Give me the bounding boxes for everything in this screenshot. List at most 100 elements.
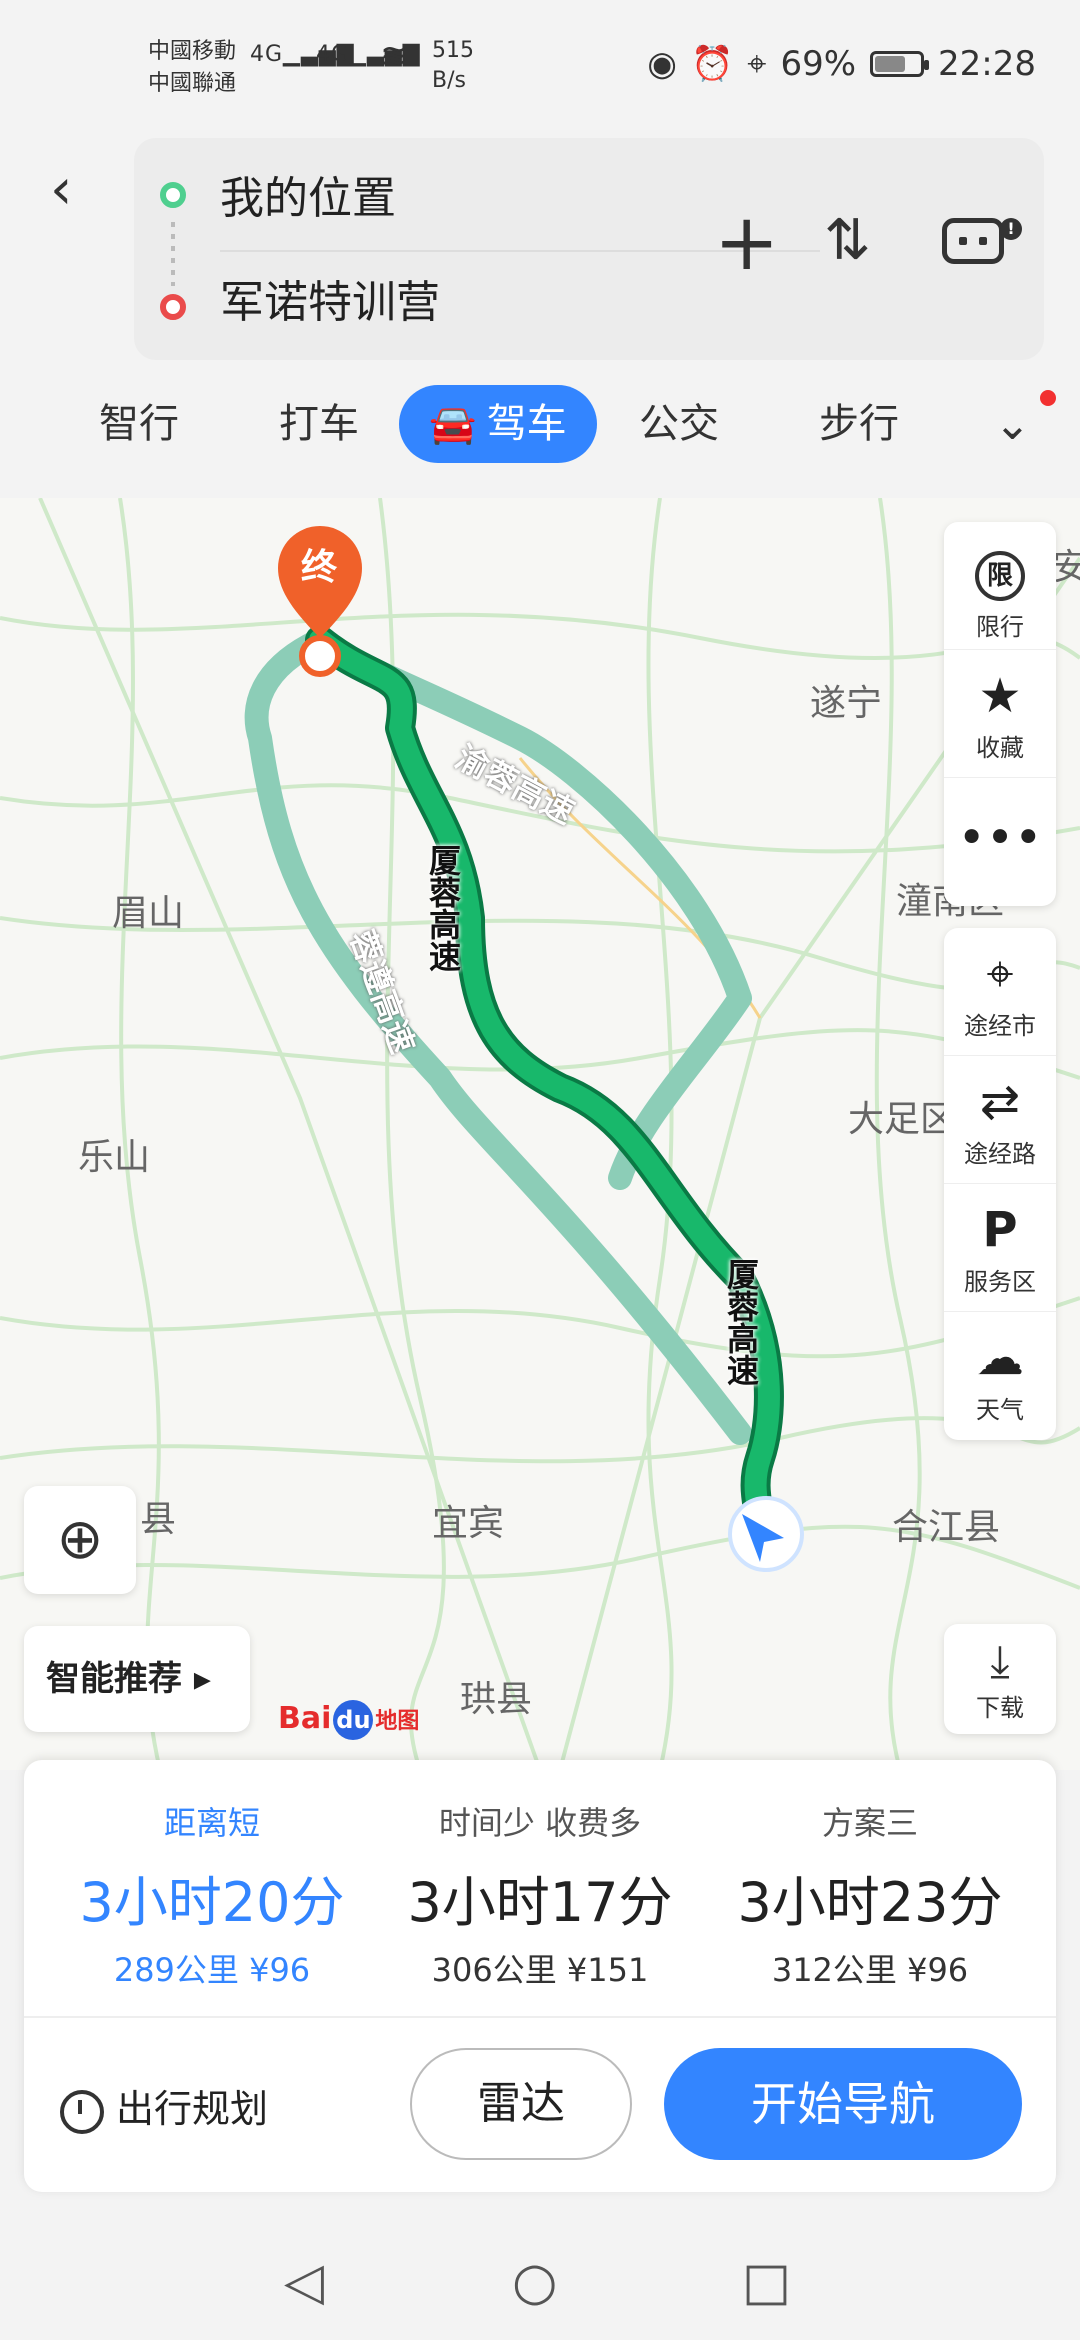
map-view[interactable]: 终 遂宁 眉山 乐山 大足区 潼南区 宜宾 合江县 珙县 县 安 渝蓉高速 蓉遵… [0,498,1080,1770]
via-road-label: 途经路 [964,1140,1036,1168]
add-waypoint-icon[interactable]: + [714,204,779,282]
city-meishan: 眉山 [112,893,185,934]
city-leshan: 乐山 [78,1137,151,1178]
smart-recommend-button[interactable]: 智能推荐 ▸ [24,1626,250,1732]
plan-1-info: 289公里 ¥96 [113,1951,311,1989]
swap-route-icon[interactable]: ⇅ [824,208,871,273]
tab-zhixing[interactable]: 智行 [94,385,184,463]
gamepad-badge-icon: ! [1000,218,1022,240]
more-button[interactable]: ••• [944,778,1056,906]
status-bar: 中國移動 中國聯通 4G▁▃▅▇ 4G▁▃▅▇ ≋ 515 B/s ◉ ⏰ ⌖ … [0,0,1080,135]
city-hejiang: 合江县 [892,1507,1001,1548]
home-circle-icon[interactable]: ○ [512,2252,557,2312]
carrier-2: 中國聯通 [148,71,237,96]
signal-2-label: 4G [316,42,350,67]
tool-group-bottom: ⌖ 途经市 ⇄ 途经路 P 服务区 ☁ 天气 [944,928,1056,1440]
restriction-glyph: 限 [975,551,1025,601]
plan-3-info: 312公里 ¥96 [771,1951,969,1989]
parking-icon: P [982,1202,1018,1258]
net-speed: 515 B/s [432,36,474,96]
plan-2-tag: 时间少 收费多 [438,1804,642,1842]
battery-percent: 69% [780,44,857,84]
plan-3-tag: 方案三 [821,1804,918,1842]
city-yibin: 宜宾 [432,1503,505,1544]
signal-1-label: 4G [250,42,284,67]
plan-1-time: 3小时20分 [79,1871,345,1934]
schedule-label: 出行规划 [116,2087,269,2131]
city-suining: 遂宁 [810,683,883,724]
radar-button[interactable]: 雷达 [410,2048,632,2160]
clock-time: 22:28 [938,44,1036,84]
route-input-box: 我的位置 军诺特训营 + ⇅ ! [134,138,1044,360]
destination-dot-icon [160,294,186,320]
destination-input[interactable]: 军诺特训营 [220,266,440,330]
city-gongxian: 珙县 [460,1679,533,1720]
plan-3-time: 3小时23分 [737,1871,1003,1934]
tool-group-top: 限 限行 ★ 收藏 ••• [944,522,1056,906]
map-pin-icon: ⌖ [986,946,1014,1002]
city-dazu: 大足区 [848,1099,957,1140]
back-icon[interactable]: ‹ [50,160,100,220]
tab-walk[interactable]: 步行 [814,385,904,463]
via-city-label: 途经市 [964,1012,1036,1040]
more-icon: ••• [957,810,1043,866]
recents-square-icon[interactable]: □ [742,2252,791,2312]
crosshair-icon: ⊕ [56,1507,104,1572]
wifi-icon: ≋ [380,36,410,76]
favorite-label: 收藏 [976,734,1024,762]
tab-drive[interactable]: 🚘 驾车 [399,385,597,463]
city-county-left: 县 [140,1499,177,1540]
route-plan-1[interactable]: 距离短 3小时20分 289公里 ¥96 [42,1798,382,1991]
route-alt-top [308,628,752,1190]
weather-button[interactable]: ☁ 天气 [944,1312,1056,1440]
road-label-xiarong-1: 厦蓉高速 [424,844,462,972]
clock-icon [60,2089,104,2134]
status-right: ◉ ⏰ ⌖ 69% 22:28 [647,44,1036,84]
via-city-button[interactable]: ⌖ 途经市 [944,928,1056,1056]
cloud-icon: ☁ [976,1330,1024,1386]
route-plan-2[interactable]: 时间少 收费多 3小时17分 306公里 ¥151 [370,1798,710,1991]
logo-ditu: 地图 [375,1709,420,1734]
plan-2-info: 306公里 ¥151 [431,1951,649,1989]
locate-me-button[interactable]: ⊕ [24,1486,136,1594]
carrier-1: 中國移動 [148,39,237,64]
plan-1-tag: 距离短 [163,1804,260,1842]
download-button[interactable]: ⤓ 下载 [944,1624,1056,1734]
tab-taxi[interactable]: 打车 [274,385,364,463]
favorite-button[interactable]: ★ 收藏 [944,650,1056,778]
plan-2-time: 3小时17分 [407,1871,673,1934]
download-label: 下载 [976,1694,1024,1722]
chevron-down-icon[interactable]: ⌄ [994,399,1031,450]
tab-drive-label: 驾车 [486,401,567,447]
start-navigation-button[interactable]: 开始导航 [664,2048,1022,2160]
restriction-icon: 限 [944,542,1056,601]
back-triangle-icon[interactable]: ◁ [284,2252,324,2312]
battery-icon [870,51,930,77]
star-icon: ★ [978,668,1022,724]
download-icon: ⤓ [990,1636,1010,1687]
origin-input[interactable]: 我的位置 [220,162,396,226]
restriction-button[interactable]: 限 限行 [944,522,1056,650]
city-edge-top-right: 安 [1052,547,1080,588]
system-nav-bar: ◁ ○ □ [0,2214,1080,2340]
route-plan-3[interactable]: 方案三 3小时23分 312公里 ¥96 [700,1798,1040,1991]
logo-bai: Bai [278,1701,332,1736]
service-area-label: 服务区 [964,1268,1036,1296]
mode-tabs: 智行 打车 🚘 驾车 公交 步行 ⌄ [0,385,1080,475]
battery-fill [875,56,906,72]
alarm-icon: ⏰ [690,44,734,84]
service-area-button[interactable]: P 服务区 [944,1184,1056,1312]
carrier-names: 中國移動 中國聯通 [148,36,236,100]
panel-divider [24,2016,1056,2018]
notification-dot [1040,390,1056,406]
gamepad-icon[interactable] [942,218,1004,264]
car-icon: 🚘 [429,402,477,446]
eye-icon: ◉ [647,44,677,84]
tab-bus[interactable]: 公交 [634,385,724,463]
route-icon: ⇄ [979,1074,1021,1130]
net-speed-value: 515 [432,38,474,63]
restriction-label: 限行 [976,613,1024,641]
origin-dot-icon [160,182,186,208]
via-road-button[interactable]: ⇄ 途经路 [944,1056,1056,1184]
trip-schedule-button[interactable]: 出行规划 [60,2078,268,2134]
